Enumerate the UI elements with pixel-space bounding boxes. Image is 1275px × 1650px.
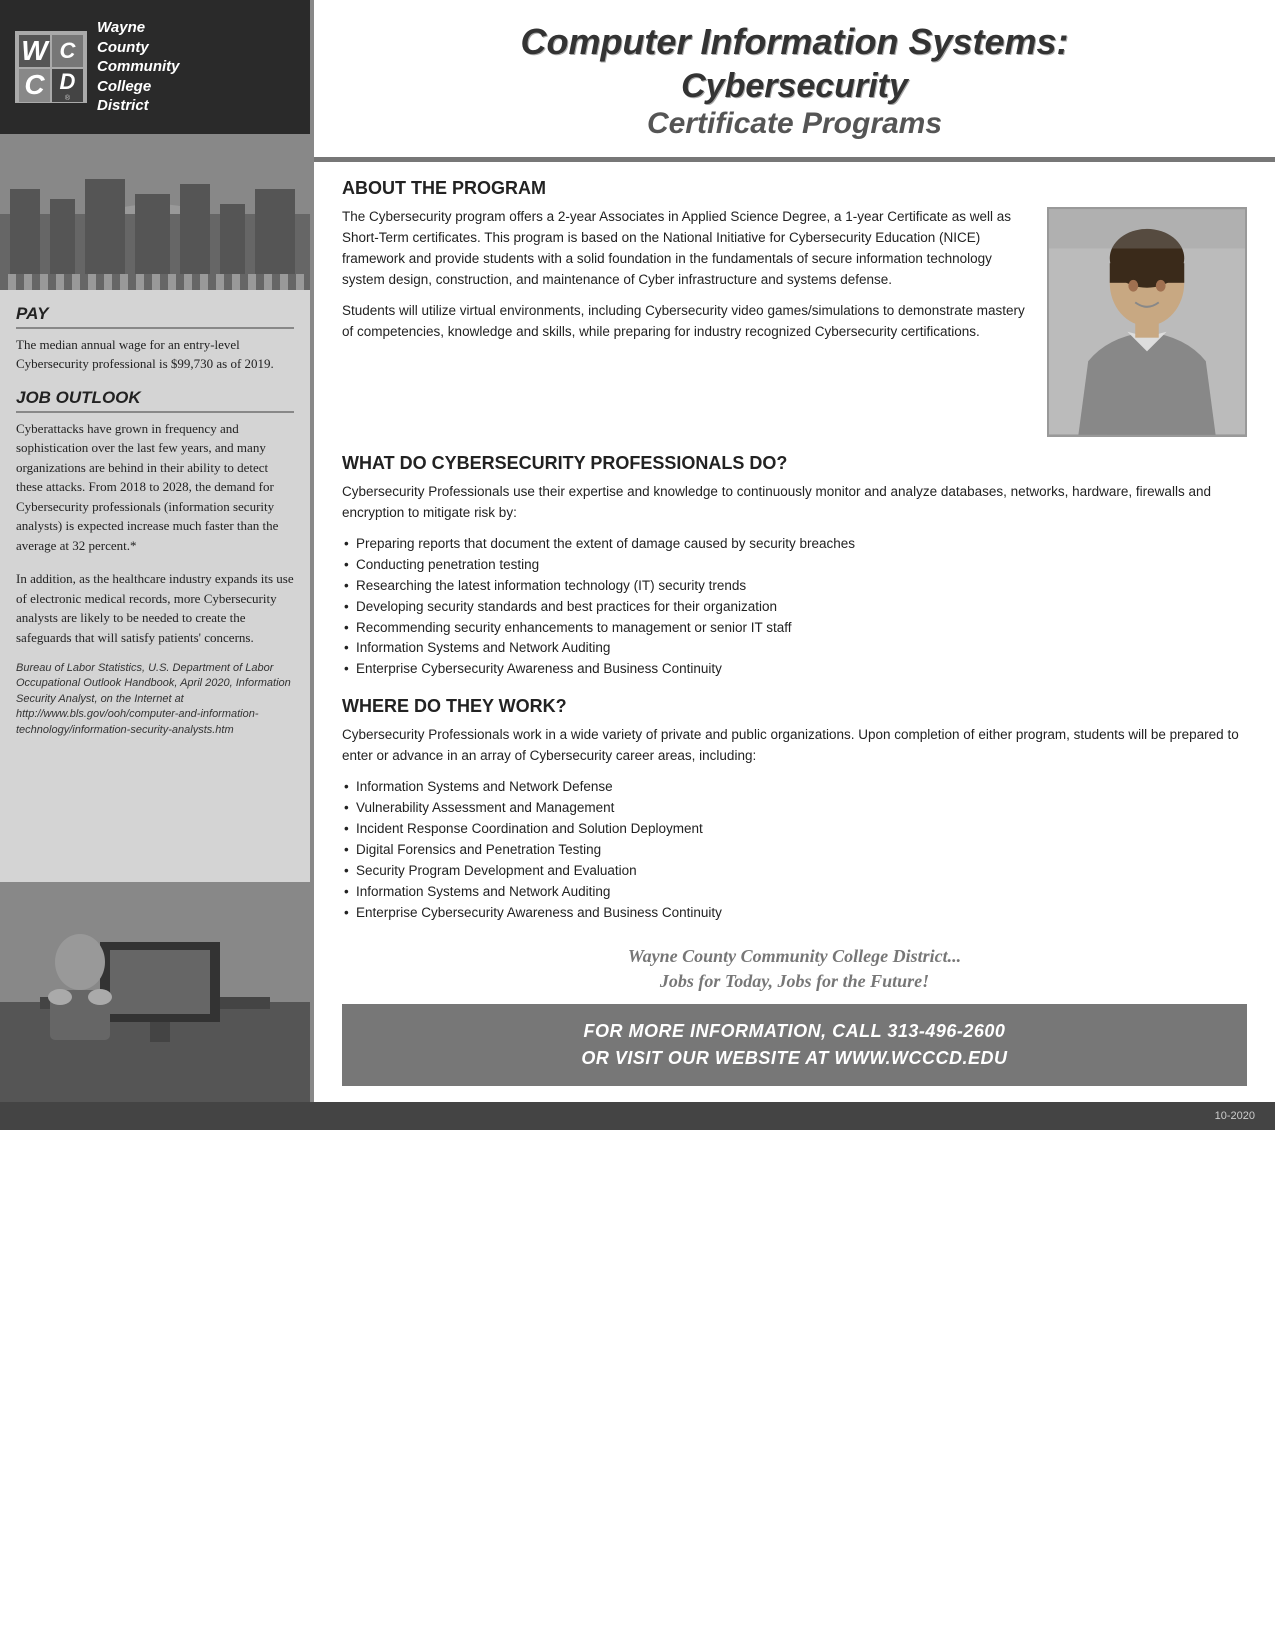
job-outlook-text-2: In addition, as the healthcare industry …	[16, 569, 294, 647]
where-work-title: WHERE DO THEY WORK?	[342, 696, 1247, 717]
main-header: Computer Information Systems: Cybersecur…	[314, 0, 1275, 162]
what-do-bullet-5: Recommending security enhancements to ma…	[342, 618, 1247, 639]
sidebar: W C C D ® Wayne County Community College…	[0, 0, 310, 1102]
sidebar-image-svg	[0, 134, 310, 274]
where-work-bullet-1: Information Systems and Network Defense	[342, 777, 1247, 798]
about-text-2: Students will utilize virtual environmen…	[342, 301, 1031, 343]
header-row: W C C D ® Wayne County Community College…	[0, 0, 1275, 1102]
sidebar-content: PAY The median annual wage for an entry-…	[0, 290, 310, 882]
where-work-bullets: Information Systems and Network Defense …	[342, 777, 1247, 923]
logo-c1: C	[51, 34, 84, 68]
about-photo	[1047, 207, 1247, 437]
page: W C C D ® Wayne County Community College…	[0, 0, 1275, 1650]
about-photo-svg	[1049, 207, 1245, 437]
main-subtitle: Certificate Programs	[344, 107, 1245, 141]
main-title: Computer Information Systems: Cybersecur…	[344, 20, 1245, 107]
tagline-line-1: Wayne County Community College District.…	[362, 944, 1227, 969]
sidebar-bottom-image	[0, 882, 310, 1102]
where-work-bullet-3: Incident Response Coordination and Solut…	[342, 819, 1247, 840]
citation-text: Bureau of Labor Statistics, U.S. Departm…	[16, 662, 291, 736]
org-name: Wayne County Community College District	[97, 18, 180, 116]
what-do-bullets: Preparing reports that document the exte…	[342, 534, 1247, 680]
pay-text: The median annual wage for an entry-leve…	[16, 335, 294, 374]
footer-contact: FOR MORE INFORMATION, CALL 313-496-2600 …	[342, 1004, 1247, 1086]
where-work-bullet-4: Digital Forensics and Penetration Testin…	[342, 840, 1247, 861]
what-do-title: WHAT DO CYBERSECURITY PROFESSIONALS DO?	[342, 453, 1247, 474]
about-section-title: ABOUT THE PROGRAM	[342, 178, 1247, 199]
where-work-bullet-6: Information Systems and Network Auditing	[342, 882, 1247, 903]
what-do-bullet-2: Conducting penetration testing	[342, 555, 1247, 576]
what-do-bullet-7: Enterprise Cybersecurity Awareness and B…	[342, 659, 1247, 680]
about-section: The Cybersecurity program offers a 2-yea…	[342, 207, 1247, 437]
main-subtitle-cyber: Cybersecurity	[681, 67, 908, 105]
logo-w: W	[18, 34, 51, 68]
where-work-intro: Cybersecurity Professionals work in a wi…	[342, 725, 1247, 767]
logo-c2: C	[18, 68, 51, 103]
where-work-bullet-5: Security Program Development and Evaluat…	[342, 861, 1247, 882]
job-outlook-text-1: Cyberattacks have grown in frequency and…	[16, 419, 294, 556]
what-do-bullet-6: Information Systems and Network Auditing	[342, 638, 1247, 659]
what-do-intro: Cybersecurity Professionals use their ex…	[342, 482, 1247, 524]
stripe-divider-top	[0, 274, 310, 290]
page-footer: 10-2020	[0, 1102, 1275, 1130]
what-do-bullet-1: Preparing reports that document the exte…	[342, 534, 1247, 555]
pay-title: PAY	[16, 304, 294, 329]
org-line-1: Wayne	[97, 18, 180, 38]
footer-tagline: Wayne County Community College District.…	[342, 934, 1247, 1004]
page-date: 10-2020	[1215, 1110, 1255, 1122]
about-text: The Cybersecurity program offers a 2-yea…	[342, 207, 1031, 437]
about-text-1: The Cybersecurity program offers a 2-yea…	[342, 207, 1031, 291]
org-line-2: County	[97, 38, 180, 58]
wcccd-logo: W C C D ®	[15, 31, 87, 103]
where-work-bullet-2: Vulnerability Assessment and Management	[342, 798, 1247, 819]
contact-line-1: FOR MORE INFORMATION, CALL 313-496-2600	[362, 1018, 1227, 1045]
where-work-bullet-7: Enterprise Cybersecurity Awareness and B…	[342, 903, 1247, 924]
main-content: Computer Information Systems: Cybersecur…	[310, 0, 1275, 1102]
main-body: ABOUT THE PROGRAM The Cybersecurity prog…	[314, 162, 1275, 1102]
what-do-bullet-3: Researching the latest information techn…	[342, 576, 1247, 597]
sidebar-top-image	[0, 134, 310, 274]
contact-line-2: OR VISIT OUR WEBSITE AT WWW.WCCCD.EDU	[362, 1045, 1227, 1072]
citation: Bureau of Labor Statistics, U.S. Departm…	[16, 661, 294, 738]
org-line-5: District	[97, 96, 180, 116]
bottom-image-svg	[0, 882, 310, 1102]
logo-d: D ®	[51, 68, 84, 103]
org-line-3: Community	[97, 57, 180, 77]
org-line-4: College	[97, 77, 180, 97]
what-do-bullet-4: Developing security standards and best p…	[342, 597, 1247, 618]
job-outlook-title: JOB OUTLOOK	[16, 388, 294, 413]
sidebar-logo: W C C D ® Wayne County Community College…	[0, 0, 310, 134]
tagline-line-2: Jobs for Today, Jobs for the Future!	[362, 969, 1227, 994]
